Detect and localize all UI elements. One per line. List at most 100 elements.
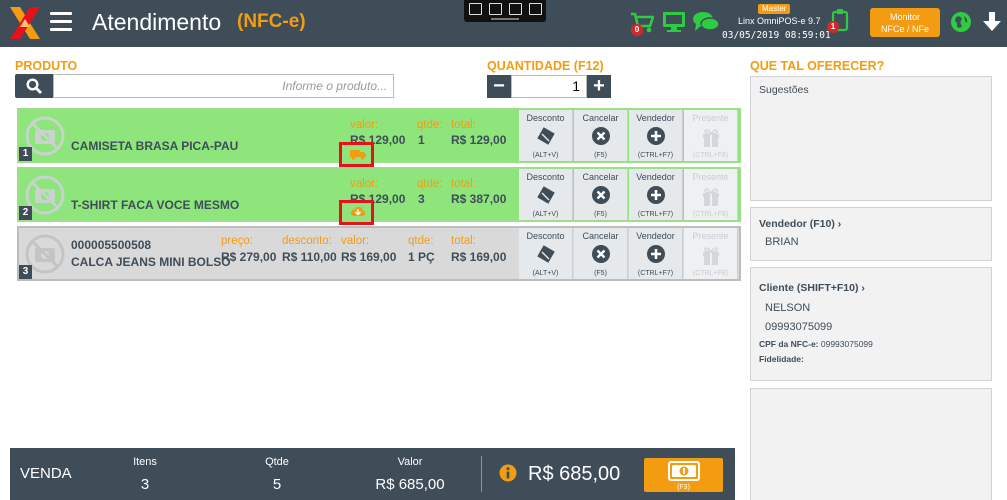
seller-shortcut: (CTRL+F7) bbox=[637, 211, 674, 218]
download-status-marker bbox=[339, 200, 374, 225]
seller-label: Vendedor bbox=[636, 231, 675, 241]
seller-button[interactable]: Vendedor (CTRL+F7) bbox=[629, 110, 683, 161]
window-pointer-icon[interactable] bbox=[489, 3, 502, 15]
qtde-label: qtde: bbox=[417, 178, 443, 190]
gift-icon bbox=[703, 129, 719, 147]
item-row-1[interactable]: 1 CAMISETA BRASA PICA-PAU valor: R$ 129,… bbox=[17, 108, 741, 167]
cart-count-badge: 0 bbox=[631, 24, 643, 36]
tag-icon bbox=[537, 186, 555, 204]
customer-title-text: Cliente (SHIFT+F10) bbox=[759, 282, 859, 294]
loyalty-label: Fidelidade: bbox=[759, 354, 804, 364]
customer-panel[interactable]: Cliente (SHIFT+F10) › NELSON 09993075099… bbox=[750, 267, 992, 381]
monitor-button-line-2: NFCe / NFe bbox=[880, 24, 929, 34]
discount-label: Desconto bbox=[526, 113, 565, 123]
desconto-label: desconto: bbox=[282, 235, 332, 247]
gift-button[interactable]: Presente (CTRL+F8) bbox=[684, 169, 738, 220]
qty-value: 5 bbox=[272, 476, 282, 493]
arrow-down-icon[interactable] bbox=[982, 11, 1002, 33]
discount-button[interactable]: Desconto (ALT+V) bbox=[519, 169, 573, 220]
page-subtitle: (NFC-e) bbox=[237, 11, 306, 32]
gift-button[interactable]: Presente (CTRL+F8) bbox=[684, 228, 738, 279]
cancel-shortcut: (F5) bbox=[594, 152, 607, 159]
extra-panel bbox=[750, 388, 992, 500]
item-qtde: 1 PÇ bbox=[408, 250, 435, 264]
hamburger-menu-icon[interactable] bbox=[50, 12, 72, 32]
search-button[interactable] bbox=[15, 74, 53, 98]
delivery-status-marker bbox=[339, 142, 374, 167]
toolbar-grip[interactable] bbox=[491, 18, 519, 20]
cancel-button[interactable]: Cancelar (F5) bbox=[574, 169, 628, 220]
cancel-button[interactable]: Cancelar (F5) bbox=[574, 228, 628, 279]
window-maximize-icon[interactable] bbox=[509, 3, 522, 15]
item-row-3[interactable]: 3 000005500508 CALCA JEANS MINI BOLSO pr… bbox=[17, 226, 741, 281]
item-total: R$ 387,00 bbox=[451, 192, 507, 206]
customer-phone: 09993075099 bbox=[765, 321, 833, 333]
chat-icon[interactable] bbox=[692, 10, 720, 34]
product-search-input[interactable]: Informe o produto... bbox=[53, 74, 394, 98]
product-name: CAMISETA BRASA PICA-PAU bbox=[71, 139, 239, 153]
item-desconto: R$ 110,00 bbox=[282, 250, 337, 264]
add-seller-icon bbox=[647, 186, 665, 204]
seller-shortcut: (CTRL+F7) bbox=[637, 152, 674, 159]
quantity-decrement-button[interactable]: − bbox=[487, 75, 511, 98]
seller-button[interactable]: Vendedor (CTRL+F7) bbox=[629, 169, 683, 220]
quantity-increment-button[interactable]: + bbox=[587, 75, 611, 98]
item-row-2[interactable]: 2 T-SHIRT FACA VOCE MESMO valor: R$ 129,… bbox=[17, 167, 741, 225]
cancel-x-icon bbox=[592, 127, 610, 145]
valor-label: valor: bbox=[341, 235, 370, 247]
chevron-right-icon: › bbox=[837, 218, 842, 230]
discount-shortcut: (ALT+V) bbox=[532, 270, 559, 277]
product-name: T-SHIRT FACA VOCE MESMO bbox=[71, 198, 240, 212]
add-seller-icon bbox=[647, 127, 665, 145]
payment-button[interactable]: (F3) bbox=[644, 458, 723, 492]
quantity-input[interactable]: 1 bbox=[511, 75, 587, 98]
cloud-download-icon bbox=[350, 206, 366, 216]
total-label: total: bbox=[451, 178, 476, 190]
payment-shortcut: (F3) bbox=[677, 484, 690, 491]
discount-button[interactable]: Desconto (ALT+V) bbox=[519, 110, 573, 161]
sale-label: VENDA bbox=[20, 465, 72, 482]
seller-shortcut: (CTRL+F7) bbox=[637, 270, 674, 277]
discount-label: Desconto bbox=[526, 172, 565, 182]
total-amount: R$ 685,00 bbox=[528, 463, 621, 485]
suggestions-panel: Sugestões bbox=[750, 76, 992, 201]
app-header: Atendimento (NFC-e) 0 Master Linx OmniPO… bbox=[0, 0, 1007, 47]
qtde-label: qtde: bbox=[408, 235, 434, 247]
seller-panel[interactable]: Vendedor (F10) › BRIAN bbox=[750, 207, 992, 261]
item-total: R$ 169,00 bbox=[451, 250, 507, 264]
info-icon[interactable] bbox=[499, 464, 517, 482]
window-resize-icon[interactable] bbox=[529, 3, 542, 15]
discount-button[interactable]: Desconto (ALT+V) bbox=[519, 228, 573, 279]
valor-label: valor: bbox=[350, 119, 379, 131]
seller-title: Vendedor (F10) › bbox=[759, 218, 841, 230]
discount-shortcut: (ALT+V) bbox=[532, 211, 559, 218]
window-toolbar bbox=[464, 0, 546, 22]
gift-button[interactable]: Presente (CTRL+F8) bbox=[684, 110, 738, 161]
seller-label: Vendedor bbox=[636, 172, 675, 182]
monitor-icon[interactable] bbox=[662, 11, 686, 33]
datetime: 03/05/2019 08:59:01 bbox=[722, 30, 831, 41]
cancel-x-icon bbox=[592, 245, 610, 263]
gift-icon bbox=[703, 188, 719, 206]
item-number: 1 bbox=[19, 147, 32, 161]
window-snap-icon[interactable] bbox=[469, 3, 482, 15]
monitor-nfce-button[interactable]: Monitor NFCe / NFe bbox=[870, 8, 940, 37]
qtde-label: qtde: bbox=[417, 119, 443, 131]
globe-icon[interactable] bbox=[950, 11, 972, 33]
seller-button[interactable]: Vendedor (CTRL+F7) bbox=[629, 228, 683, 279]
gift-label: Presente bbox=[692, 231, 729, 241]
gift-label: Presente bbox=[692, 172, 729, 182]
items-value: 3 bbox=[140, 476, 150, 493]
item-number: 2 bbox=[19, 206, 32, 220]
tag-icon bbox=[537, 245, 555, 263]
gift-icon bbox=[703, 247, 719, 265]
gift-label: Presente bbox=[692, 113, 729, 123]
value-value: R$ 685,00 bbox=[375, 476, 445, 493]
discount-label: Desconto bbox=[526, 231, 565, 241]
money-icon bbox=[668, 461, 700, 481]
product-label: PRODUTO bbox=[15, 59, 78, 73]
store-name: Linx OmniPOS-e 9.7 bbox=[738, 16, 821, 26]
cancel-button[interactable]: Cancelar (F5) bbox=[574, 110, 628, 161]
chevron-right-icon: › bbox=[861, 282, 865, 294]
customer-name: NELSON bbox=[765, 302, 811, 314]
